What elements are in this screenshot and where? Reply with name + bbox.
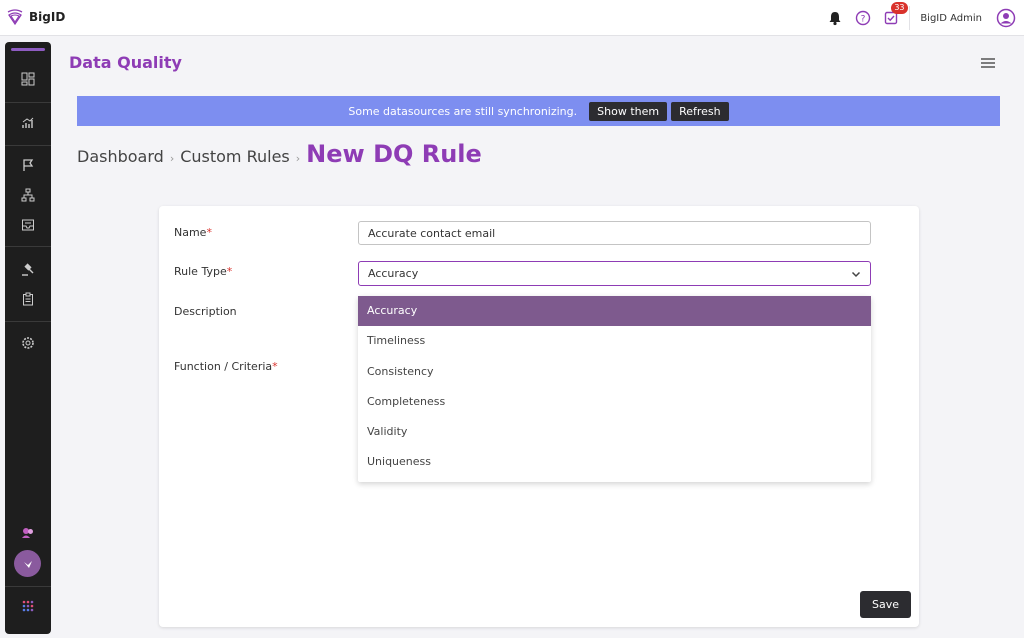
sidebar-item-dashboard[interactable] — [5, 66, 51, 92]
rule-type-option-completeness[interactable]: Completeness — [358, 387, 871, 417]
users-icon — [22, 528, 33, 538]
function-criteria-label-text: Function / Criteria — [174, 360, 273, 373]
svg-text:?: ? — [861, 15, 866, 25]
rule-type-dropdown: Accuracy Timeliness Consistency Complete… — [358, 296, 871, 482]
function-criteria-field-label: Function / Criteria* — [174, 360, 278, 373]
sidebar-avatar[interactable] — [14, 550, 41, 577]
fingerprint-logo-icon — [7, 9, 23, 26]
brand-name: BigID — [29, 10, 66, 24]
brand-logo[interactable]: BigID — [6, 8, 65, 26]
flag-icon — [23, 159, 34, 171]
breadcrumb-separator-icon: › — [169, 152, 175, 165]
rule-type-option-uniqueness[interactable]: Uniqueness — [358, 447, 871, 477]
help-icon[interactable]: ? — [851, 6, 875, 30]
sidebar-item-clipboard[interactable] — [5, 286, 51, 312]
breadcrumb: Dashboard › Custom Rules › New DQ Rule — [77, 140, 482, 168]
page-app-title: Data Quality — [69, 53, 182, 72]
user-name[interactable]: BigID Admin — [920, 13, 982, 24]
name-field-label: Name* — [174, 226, 212, 239]
sidebar-item-gavel[interactable] — [5, 256, 51, 282]
bird-icon — [23, 560, 32, 568]
required-marker: * — [226, 265, 233, 278]
rule-type-option-consistency[interactable]: Consistency — [358, 357, 871, 387]
reports-icon — [22, 117, 34, 128]
sidebar-item-reports[interactable] — [5, 110, 51, 136]
chevron-down-icon — [851, 271, 861, 277]
rule-type-label-text: Rule Type — [174, 265, 227, 278]
sidebar-item-users[interactable] — [5, 520, 51, 546]
settings-icon — [22, 337, 34, 349]
name-input[interactable] — [358, 221, 871, 245]
description-field-label: Description — [174, 305, 237, 318]
gavel-icon — [22, 263, 34, 276]
dashboard-icon — [21, 72, 35, 86]
user-avatar-icon[interactable] — [994, 6, 1018, 30]
hamburger-menu-icon[interactable] — [978, 55, 998, 71]
save-button[interactable]: Save — [860, 591, 911, 618]
rule-type-select[interactable]: Accuracy — [358, 261, 871, 286]
breadcrumb-custom-rules[interactable]: Custom Rules — [180, 147, 290, 166]
sidebar-item-settings[interactable] — [5, 330, 51, 356]
sidebar-divider — [5, 246, 51, 247]
sidebar-item-flag[interactable] — [5, 152, 51, 178]
hierarchy-icon — [21, 188, 35, 202]
clipboard-icon — [23, 292, 33, 306]
topbar-actions: ? 33 BigID Admin — [819, 2, 1018, 30]
rule-type-option-timeliness[interactable]: Timeliness — [358, 326, 871, 356]
top-bar: BigID ? 33 BigID Admin — [0, 0, 1024, 36]
tasks-count-badge: 33 — [891, 2, 908, 14]
description-label-text: Description — [174, 305, 237, 318]
name-label-text: Name — [174, 226, 207, 239]
sidebar-divider — [5, 145, 51, 146]
refresh-button[interactable]: Refresh — [671, 101, 729, 121]
sync-banner: Some datasources are still synchronizing… — [77, 96, 1000, 126]
notifications-bell-icon[interactable] — [823, 6, 847, 30]
rule-type-option-accuracy[interactable]: Accuracy — [358, 296, 871, 327]
sync-banner-message: Some datasources are still synchronizing… — [348, 104, 578, 118]
rule-type-selected-value: Accuracy — [368, 267, 419, 280]
topbar-divider — [909, 6, 911, 30]
show-them-button[interactable]: Show them — [589, 101, 668, 121]
rule-type-option-validity[interactable]: Validity — [358, 417, 871, 447]
sidebar-divider — [5, 102, 51, 103]
required-marker: * — [272, 360, 278, 373]
rule-type-field-label: Rule Type* — [174, 265, 232, 278]
required-marker: * — [206, 226, 212, 239]
sidebar-accent — [11, 48, 45, 51]
breadcrumb-separator-icon: › — [295, 152, 301, 165]
sidebar-divider — [5, 321, 51, 322]
sidebar-divider — [5, 586, 51, 587]
sidebar-item-inbox[interactable] — [5, 212, 51, 238]
tasks-icon[interactable]: 33 — [879, 2, 908, 30]
apps-grid-icon — [22, 600, 34, 612]
sidebar-item-hierarchy[interactable] — [5, 182, 51, 208]
sidebar — [5, 42, 51, 634]
sidebar-item-apps[interactable] — [5, 593, 51, 619]
inbox-icon — [22, 219, 34, 231]
page-title: New DQ Rule — [306, 140, 482, 168]
breadcrumb-dashboard[interactable]: Dashboard — [77, 147, 164, 166]
